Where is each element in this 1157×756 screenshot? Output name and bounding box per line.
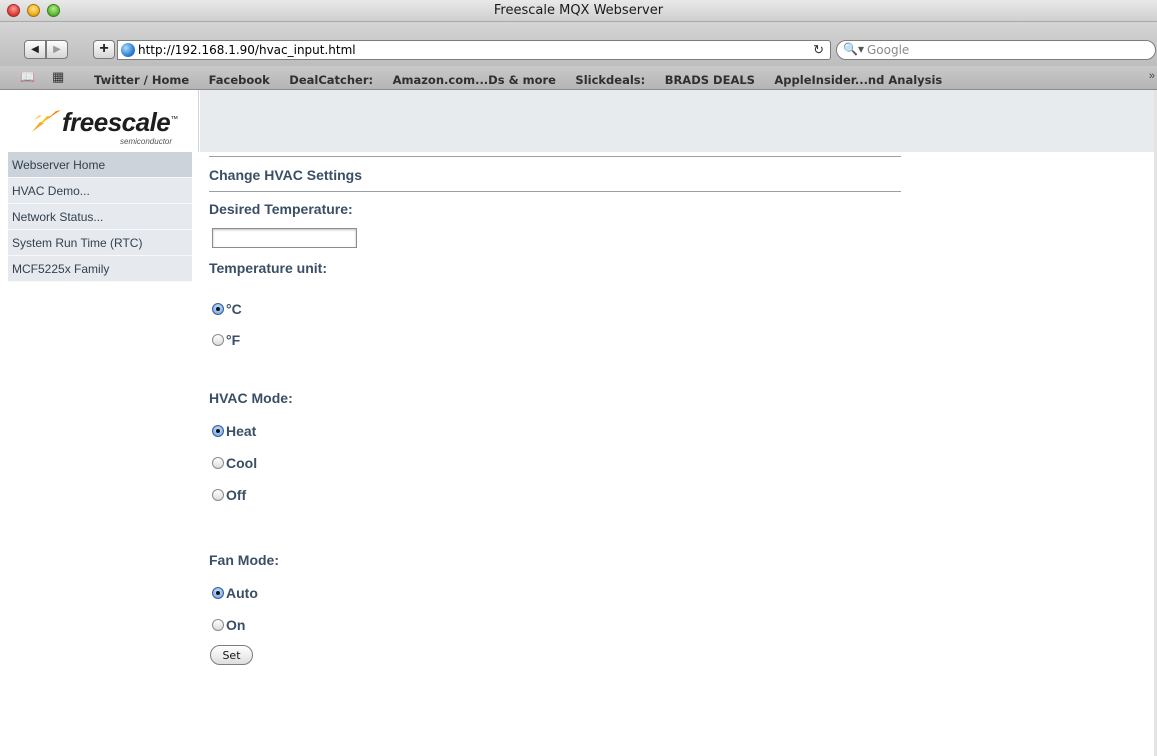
grid-icon[interactable]: ▦ [52,69,64,85]
hvac-mode-label: HVAC Mode: [209,390,293,406]
radio-unchecked[interactable] [212,489,224,501]
freescale-logo[interactable]: freescale™ semiconductor [8,90,199,152]
mode-option-heat[interactable]: Heat [212,422,256,440]
bookmark-item[interactable]: Slickdeals: [575,73,645,87]
mode-option-off[interactable]: Off [212,486,246,504]
logo-subtitle: semiconductor [120,137,173,146]
radio-checked[interactable] [212,425,224,437]
mode-option-cool[interactable]: Cool [212,454,257,472]
bookmark-item[interactable]: Facebook [209,73,270,87]
temp-unit-label: Temperature unit: [209,260,327,276]
browser-toolbar: ◀ ▶ + http://192.168.1.90/hvac_input.htm… [0,22,1157,66]
radio-checked[interactable] [212,303,224,315]
forward-button[interactable]: ▶ [46,40,68,59]
radio-label: On [226,617,246,633]
radio-unchecked[interactable] [212,334,224,346]
bookmarks-bar: 📖 ▦ Twitter / Home Facebook DealCatcher:… [0,66,1157,90]
open-book-icon[interactable]: 📖 [20,70,35,84]
sidebar-item-network-status[interactable]: Network Status... [8,204,192,230]
window-titlebar: Freescale MQX Webserver [0,0,1157,22]
set-button[interactable]: Set [210,645,253,665]
sidebar-item-webserver-home[interactable]: Webserver Home [8,152,192,178]
back-button[interactable]: ◀ [24,40,46,59]
radio-checked[interactable] [212,587,224,599]
radio-label: Heat [226,423,257,439]
radio-label: °F [226,332,241,348]
globe-icon [121,43,135,57]
bookmark-list: Twitter / Home Facebook DealCatcher: Ama… [94,71,957,89]
forward-arrow-icon: ▶ [53,44,61,55]
fan-mode-label: Fan Mode: [209,552,279,568]
search-field[interactable]: 🔍▾ Google [836,40,1156,60]
unit-option-fahrenheit[interactable]: °F [212,331,240,349]
sidebar-nav: Webserver Home HVAC Demo... Network Stat… [8,152,192,282]
divider [209,191,901,192]
web-page: freescale™ semiconductor Webserver Home … [0,90,1157,756]
radio-unchecked[interactable] [212,457,224,469]
sidebar-item-system-run-time[interactable]: System Run Time (RTC) [8,230,192,256]
form-heading: Change HVAC Settings [209,167,362,183]
bookmark-item[interactable]: Amazon.com...Ds & more [393,73,556,87]
add-bookmark-button[interactable]: + [93,40,115,59]
fan-option-auto[interactable]: Auto [212,584,258,602]
desired-temp-label: Desired Temperature: [209,201,353,217]
bookmarks-overflow-icon[interactable]: » [1149,70,1155,82]
radio-label: Cool [226,455,258,471]
search-icon[interactable]: 🔍▾ [843,42,864,56]
fan-option-on[interactable]: On [212,616,245,634]
window-title: Freescale MQX Webserver [493,3,664,18]
desired-temp-input[interactable] [212,228,357,248]
address-bar[interactable]: http://192.168.1.90/hvac_input.html ↻ [117,40,831,60]
radio-label: Off [226,487,247,503]
bookmark-item[interactable]: AppleInsider...nd Analysis [774,73,942,87]
flame-logo-icon [32,110,61,132]
bookmark-item[interactable]: BRADS DEALS [665,73,755,87]
sidebar-item-hvac-demo[interactable]: HVAC Demo... [8,178,192,204]
search-placeholder: Google [867,43,910,57]
reload-icon[interactable]: ↻ [813,42,824,58]
bookmark-item[interactable]: DealCatcher: [289,73,373,87]
header-band [200,90,1157,152]
bookmark-item[interactable]: Twitter / Home [94,73,189,87]
back-arrow-icon: ◀ [31,44,39,55]
sidebar-item-mcf5225x-family[interactable]: MCF5225x Family [8,256,192,282]
plus-icon: + [99,40,109,57]
url-text[interactable]: http://192.168.1.90/hvac_input.html [138,43,356,57]
unit-option-celsius[interactable]: °C [212,300,242,318]
logo-wordmark: freescale™ [62,107,178,137]
divider [209,156,901,157]
radio-unchecked[interactable] [212,619,224,631]
radio-label: Auto [226,585,258,601]
radio-label: °C [226,301,242,317]
